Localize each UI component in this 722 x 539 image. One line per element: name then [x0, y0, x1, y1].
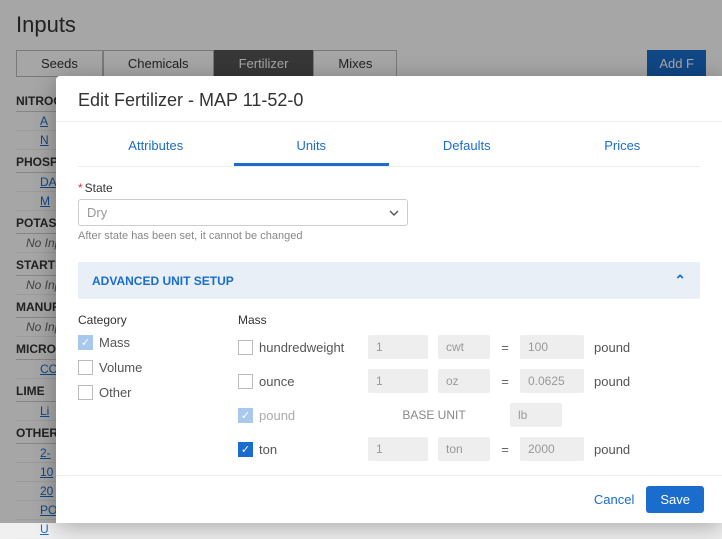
equals-label: = — [500, 442, 510, 457]
mass-row-ton: ✓ton = pound — [238, 437, 700, 461]
mass-name[interactable]: ✓pound — [238, 408, 358, 423]
unit-input[interactable] — [438, 335, 490, 359]
base-unit-label: BASE UNIT — [368, 408, 500, 422]
result-label: pound — [594, 442, 630, 457]
unit-input[interactable] — [438, 369, 490, 393]
qty-input[interactable] — [368, 437, 428, 461]
checkbox-icon: ✓ — [238, 442, 253, 457]
category-volume[interactable]: Volume — [78, 360, 218, 375]
state-select-value: Dry — [87, 205, 107, 220]
category-label: Volume — [99, 360, 142, 375]
category-title: Category — [78, 313, 218, 327]
checkbox-icon: ✓ — [78, 335, 93, 350]
chevron-up-icon: ⌃ — [674, 272, 686, 289]
modal-tab-prices[interactable]: Prices — [545, 128, 701, 166]
result-label: pound — [594, 374, 630, 389]
qty-input[interactable] — [368, 369, 428, 393]
checkbox-icon — [238, 340, 253, 355]
state-select[interactable]: Dry — [78, 199, 408, 226]
unit-input[interactable] — [510, 403, 562, 427]
unit-input[interactable] — [438, 437, 490, 461]
modal-body: Attributes Units Defaults Prices *State … — [56, 121, 722, 475]
value-input[interactable] — [520, 369, 584, 393]
category-label: Mass — [99, 335, 130, 350]
state-label-text: State — [85, 181, 113, 195]
modal-tab-defaults[interactable]: Defaults — [389, 128, 545, 166]
result-label: pound — [594, 340, 630, 355]
checkbox-icon — [238, 374, 253, 389]
qty-input[interactable] — [368, 335, 428, 359]
modal-title: Edit Fertilizer - MAP 11-52-0 — [56, 76, 722, 121]
modal-tab-attributes[interactable]: Attributes — [78, 128, 234, 166]
edit-fertilizer-modal: Edit Fertilizer - MAP 11-52-0 Attributes… — [56, 76, 722, 523]
modal-tab-units[interactable]: Units — [234, 128, 390, 166]
state-hint: After state has been set, it cannot be c… — [78, 230, 700, 242]
unit-grid: Category ✓ Mass Volume Other Mass hundre… — [78, 313, 700, 471]
cancel-button[interactable]: Cancel — [594, 492, 634, 507]
category-column: Category ✓ Mass Volume Other — [78, 313, 218, 471]
equals-label: = — [500, 374, 510, 389]
mass-name[interactable]: hundredweight — [238, 340, 358, 355]
mass-row-hundredweight: hundredweight = pound — [238, 335, 700, 359]
advanced-unit-setup-bar[interactable]: ADVANCED UNIT SETUP ⌃ — [78, 262, 700, 299]
mass-row-pound: ✓pound BASE UNIT — [238, 403, 700, 427]
mass-name[interactable]: ounce — [238, 374, 358, 389]
mass-title: Mass — [238, 313, 700, 327]
checkbox-icon — [78, 360, 93, 375]
checkbox-icon — [78, 385, 93, 400]
save-button[interactable]: Save — [646, 486, 704, 513]
equals-label: = — [500, 340, 510, 355]
category-label: Other — [99, 385, 132, 400]
modal-tabs: Attributes Units Defaults Prices — [78, 128, 700, 167]
modal-footer: Cancel Save — [56, 475, 722, 523]
value-input[interactable] — [520, 335, 584, 359]
chevron-down-icon — [389, 208, 399, 218]
category-mass[interactable]: ✓ Mass — [78, 335, 218, 350]
category-other[interactable]: Other — [78, 385, 218, 400]
state-label: *State — [78, 181, 700, 195]
advanced-label: ADVANCED UNIT SETUP — [92, 274, 234, 288]
mass-row-ounce: ounce = pound — [238, 369, 700, 393]
mass-name[interactable]: ✓ton — [238, 442, 358, 457]
mass-column: Mass hundredweight = pound ounce = pound — [238, 313, 700, 471]
checkbox-icon: ✓ — [238, 408, 253, 423]
value-input[interactable] — [520, 437, 584, 461]
